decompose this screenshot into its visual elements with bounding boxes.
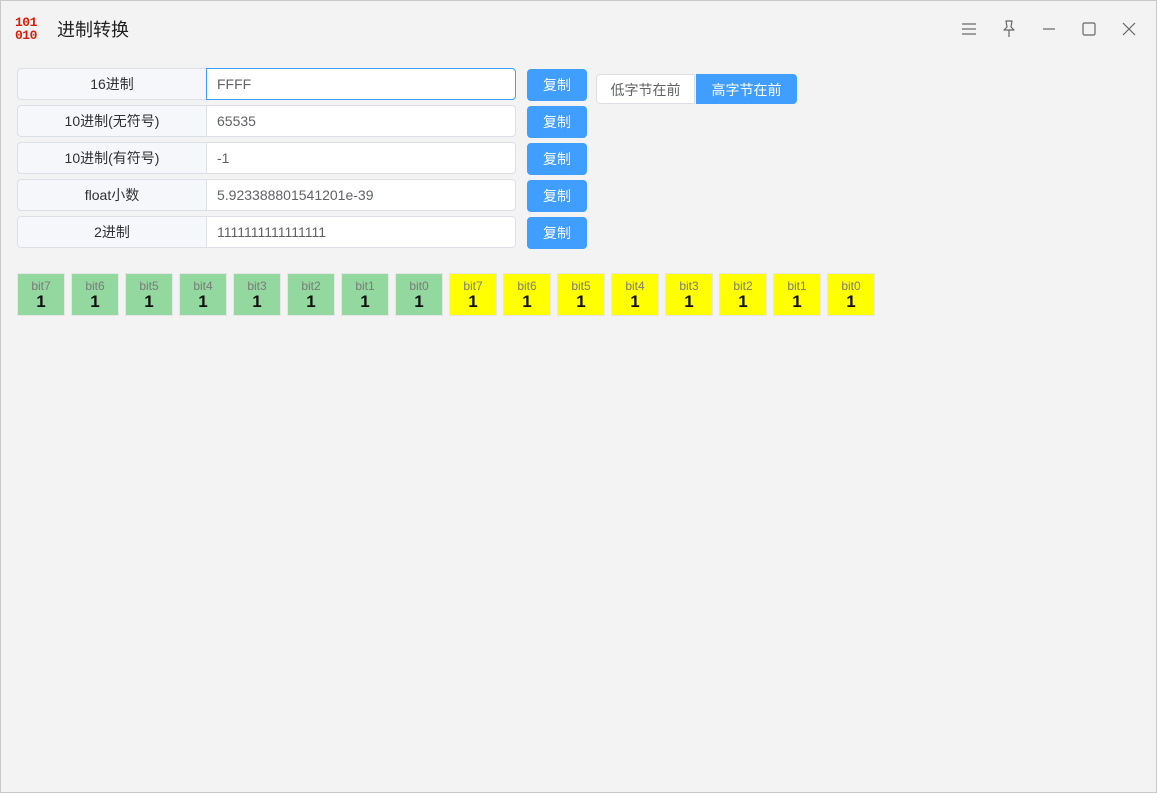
little-endian-button[interactable]: 低字节在前 — [596, 74, 695, 104]
float-copy-button[interactable]: 复制 — [527, 180, 587, 212]
bit-name-label: bit3 — [247, 279, 267, 293]
bit-name-label: bit0 — [841, 279, 861, 293]
bit-name-label: bit6 — [85, 279, 105, 293]
decimal-unsigned-label: 10进制(无符号) — [17, 105, 206, 137]
binary-copy-button[interactable]: 复制 — [527, 217, 587, 249]
bit-value: 1 — [414, 292, 424, 311]
decimal-unsigned-input[interactable] — [206, 105, 516, 137]
bit-value: 1 — [576, 292, 586, 311]
bit-name-label: bit1 — [787, 279, 807, 293]
bit-value: 1 — [306, 292, 316, 311]
bit-name-label: bit1 — [355, 279, 375, 293]
bit-cell-high-bit1[interactable]: bit1 1 — [341, 273, 389, 316]
decimal-signed-label: 10进制(有符号) — [17, 142, 206, 174]
bit-name-label: bit4 — [193, 279, 213, 293]
bit-cell-low-bit0[interactable]: bit0 1 — [827, 273, 875, 316]
bit-value: 1 — [144, 292, 154, 311]
big-endian-button[interactable]: 高字节在前 — [696, 74, 797, 104]
decimal-unsigned-copy-button[interactable]: 复制 — [527, 106, 587, 138]
hex-copy-button[interactable]: 复制 — [527, 69, 587, 101]
close-icon — [1122, 22, 1136, 36]
bit-name-label: bit6 — [517, 279, 537, 293]
maximize-button[interactable] — [1079, 19, 1099, 39]
bit-cell-low-bit7[interactable]: bit7 1 — [449, 273, 497, 316]
float-label: float小数 — [17, 179, 206, 211]
app-logo-icon: 101 010 — [15, 15, 37, 43]
binary-input[interactable] — [206, 216, 516, 248]
decimal-signed-copy-button[interactable]: 复制 — [527, 143, 587, 175]
app-title: 进制转换 — [57, 20, 129, 40]
decimal-signed-input[interactable] — [206, 142, 516, 174]
bit-cell-low-bit3[interactable]: bit3 1 — [665, 273, 713, 316]
bit-cell-high-bit0[interactable]: bit0 1 — [395, 273, 443, 316]
minimize-button[interactable] — [1039, 19, 1059, 39]
bit-value: 1 — [522, 292, 532, 311]
app-window: 101 010 进制转换 16进制 FFFF 复制 10进制(无符号) 6553… — [0, 0, 1157, 793]
bit-value: 1 — [846, 292, 856, 311]
bit-name-label: bit4 — [625, 279, 645, 293]
bit-value: 1 — [630, 292, 640, 311]
bit-name-label: bit5 — [571, 279, 591, 293]
bit-value: 1 — [468, 292, 478, 311]
binary-label: 2进制 — [17, 216, 206, 248]
bit-value: 1 — [792, 292, 802, 311]
float-input[interactable] — [206, 179, 516, 211]
bit-value: 1 — [684, 292, 694, 311]
bit-cell-high-bit3[interactable]: bit3 1 — [233, 273, 281, 316]
bit-name-label: bit7 — [31, 279, 51, 293]
bit-name-label: bit0 — [409, 279, 429, 293]
bit-name-label: bit7 — [463, 279, 483, 293]
bit-value: 1 — [360, 292, 370, 311]
bit-cell-low-bit6[interactable]: bit6 1 — [503, 273, 551, 316]
bit-grid: bit7 1 bit6 1 bit5 1 bit4 1 bit3 1 bit2 1 bit1 1 bit0 1… — [17, 273, 887, 318]
menu-icon — [962, 23, 976, 35]
bit-cell-low-bit4[interactable]: bit4 1 — [611, 273, 659, 316]
bit-name-label: bit2 — [301, 279, 321, 293]
title-bar: 101 010 进制转换 — [1, 1, 1156, 57]
bit-name-label: bit3 — [679, 279, 699, 293]
bit-cell-high-bit4[interactable]: bit4 1 — [179, 273, 227, 316]
maximize-icon — [1082, 22, 1096, 36]
minimize-icon — [1043, 28, 1055, 30]
menu-button[interactable] — [959, 19, 979, 39]
bit-cell-high-bit2[interactable]: bit2 1 — [287, 273, 335, 316]
bit-cell-high-bit5[interactable]: bit5 1 — [125, 273, 173, 316]
bit-value: 1 — [36, 292, 46, 311]
bit-value: 1 — [738, 292, 748, 311]
bit-value: 1 — [252, 292, 262, 311]
bit-name-label: bit5 — [139, 279, 159, 293]
bit-cell-low-bit2[interactable]: bit2 1 — [719, 273, 767, 316]
close-button[interactable] — [1119, 19, 1139, 39]
hex-label: 16进制 — [17, 68, 206, 100]
bit-cell-low-bit5[interactable]: bit5 1 — [557, 273, 605, 316]
bit-value: 1 — [198, 292, 208, 311]
bit-cell-high-bit6[interactable]: bit6 1 — [71, 273, 119, 316]
pin-icon — [1003, 20, 1015, 37]
bit-cell-low-bit1[interactable]: bit1 1 — [773, 273, 821, 316]
bit-cell-high-bit7[interactable]: bit7 1 — [17, 273, 65, 316]
bit-name-label: bit2 — [733, 279, 753, 293]
hex-input[interactable] — [206, 68, 516, 100]
pin-button[interactable] — [999, 19, 1019, 39]
bit-value: 1 — [90, 292, 100, 311]
